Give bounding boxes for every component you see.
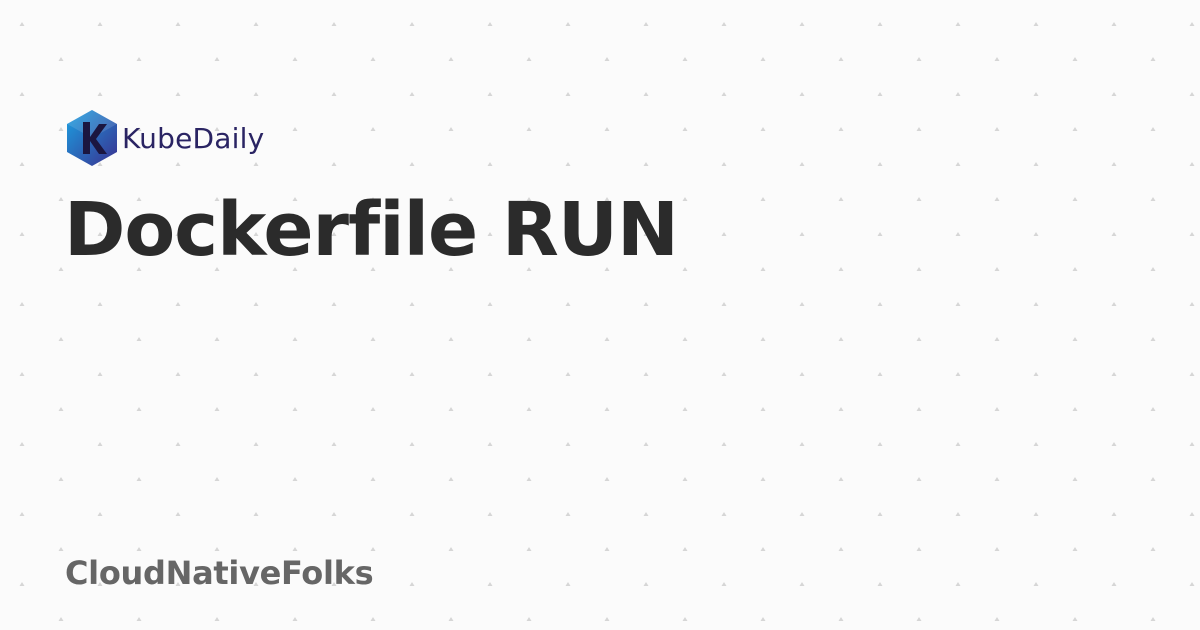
background-pattern: [0, 0, 1200, 630]
kubedaily-k-hexagon-icon: [67, 110, 117, 166]
article-title: Dockerfile RUN: [64, 187, 679, 273]
brand-logo: KubeDaily: [64, 108, 264, 168]
author-name: CloudNativeFolks: [65, 554, 374, 592]
brand-name: KubeDaily: [122, 122, 265, 155]
